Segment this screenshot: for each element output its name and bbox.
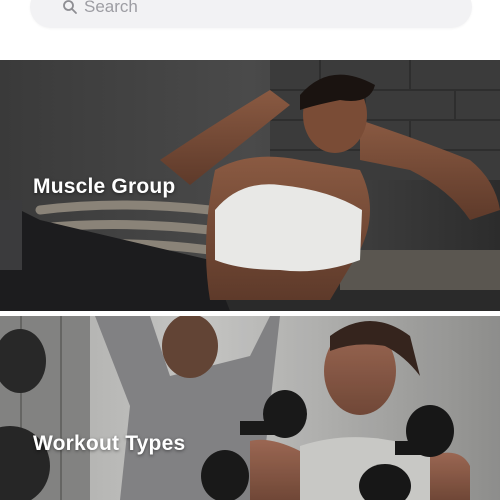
search-icon (63, 0, 77, 14)
category-label-muscle-group: Muscle Group (33, 175, 176, 198)
search-header: Search (0, 0, 500, 60)
category-label-workout-types: Workout Types (33, 432, 186, 455)
search-input[interactable]: Search (30, 0, 472, 28)
app-screen: Search Muscle Group Workout Types (0, 0, 500, 500)
search-placeholder: Search (84, 0, 138, 16)
workout-types-photo (0, 316, 500, 500)
category-card-workout-types[interactable]: Workout Types (0, 316, 500, 500)
category-card-muscle-group[interactable]: Muscle Group (0, 60, 500, 311)
